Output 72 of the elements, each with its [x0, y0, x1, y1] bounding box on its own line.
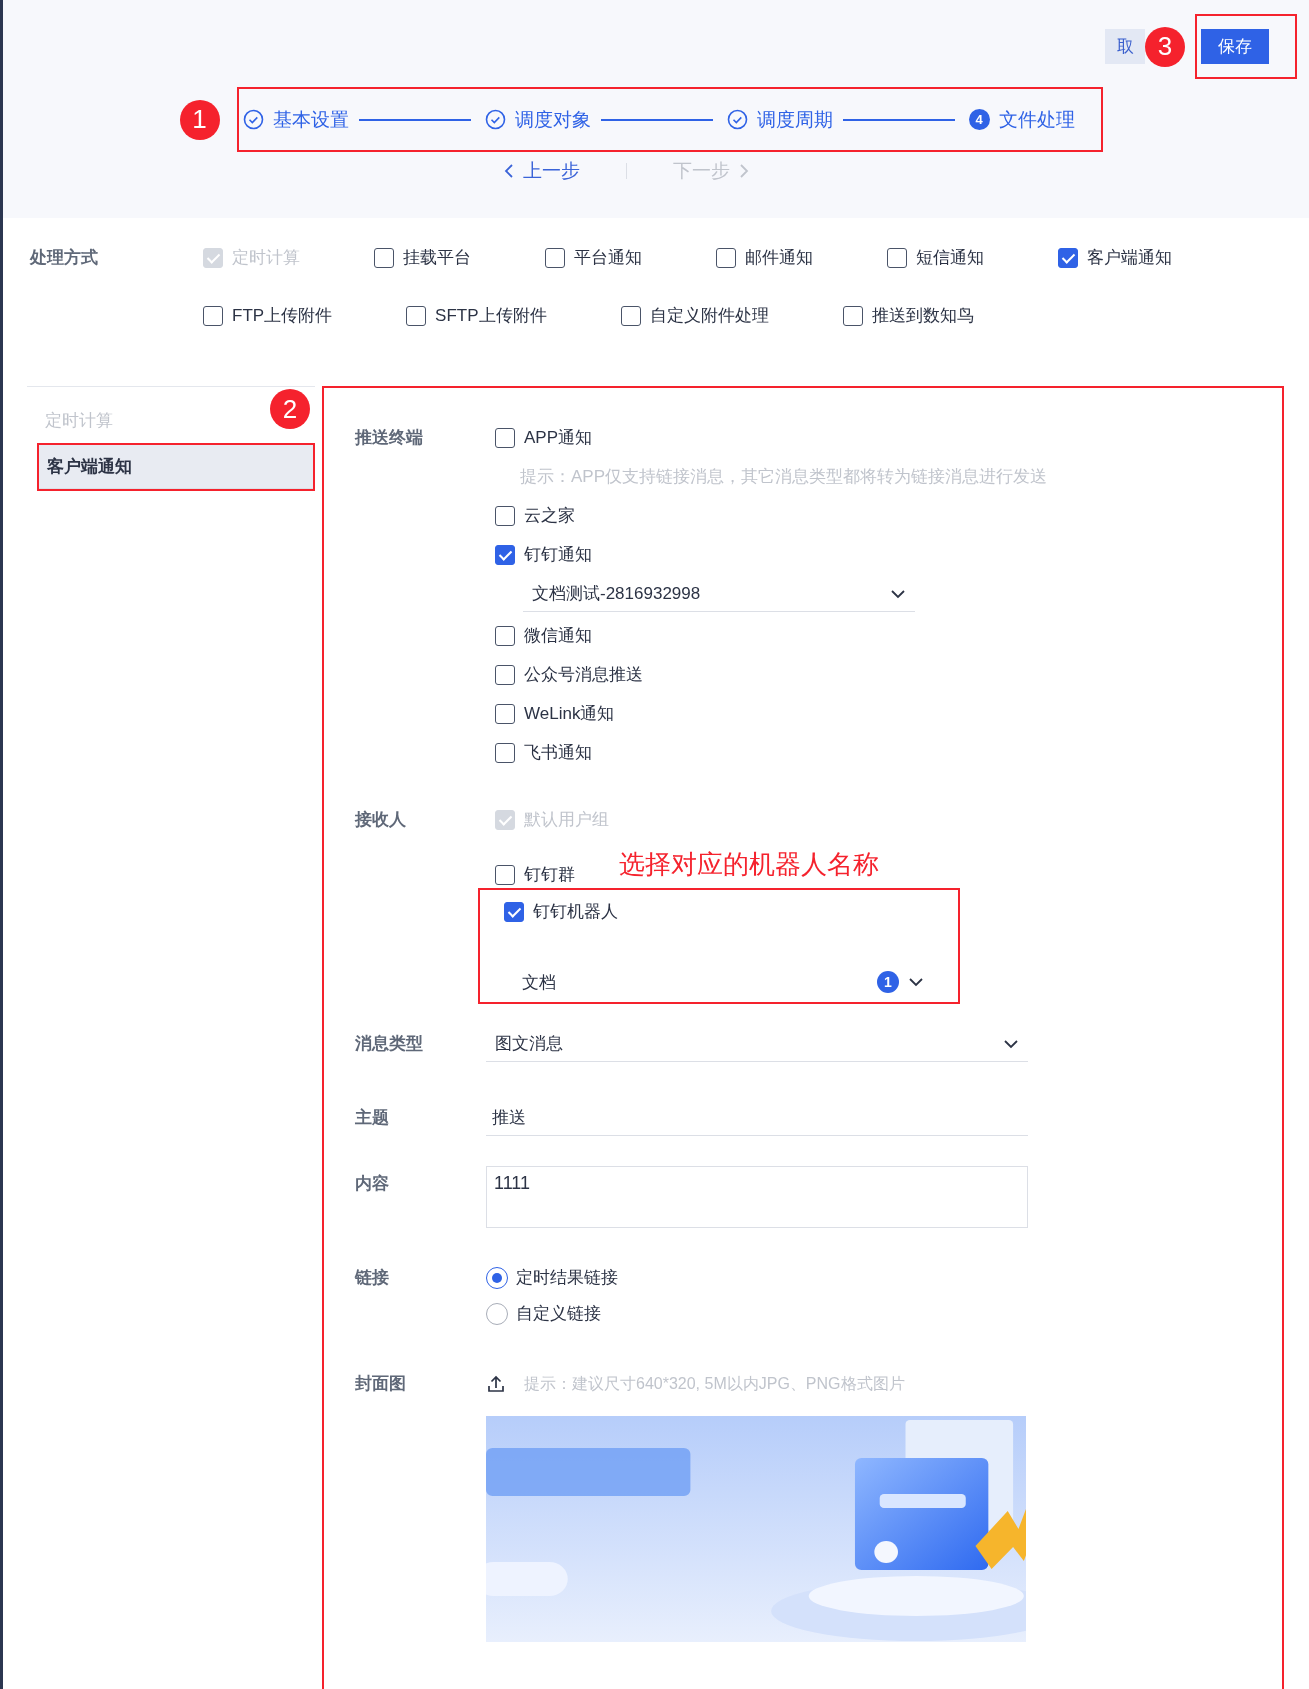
checkbox-label: 定时计算 [232, 247, 300, 269]
checkbox-label: 云之家 [524, 505, 575, 527]
field-label: 封面图 [355, 1373, 407, 1395]
checkbox-label: 自定义附件处理 [649, 305, 769, 327]
checkbox-label: 默认用户组 [524, 809, 609, 831]
checkbox[interactable] [495, 626, 515, 646]
hint-text: 提示：APP仅支持链接消息，其它消息类型都将转为链接消息进行发送 [519, 466, 1048, 488]
checkbox[interactable] [1058, 248, 1078, 268]
callout-badge: 3 [1145, 26, 1185, 67]
checkbox-label: 钉钉通知 [524, 544, 592, 566]
checkbox-label: APP通知 [524, 427, 593, 449]
checkbox[interactable] [620, 306, 641, 326]
checkbox[interactable] [716, 248, 736, 268]
checkbox-label: WeLink通知 [524, 703, 615, 725]
step-label: 文件处理 [998, 107, 1075, 132]
checkbox[interactable] [504, 902, 524, 922]
callout-badge: 1 [179, 99, 220, 140]
checkbox-label: 邮件通知 [745, 247, 813, 269]
select-field[interactable]: 文档测试-2816932998 [523, 576, 915, 612]
text-area[interactable]: 1111 [486, 1166, 1028, 1228]
radio-label: 定时结果链接 [516, 1267, 618, 1289]
checkbox-label: 推送到数知鸟 [871, 305, 974, 327]
checkbox-label: 短信通知 [916, 247, 984, 269]
checkbox-label: 平台通知 [574, 247, 642, 269]
checkbox-label: FTP上传附件 [232, 305, 333, 327]
checkbox-label: 飞书通知 [524, 742, 592, 764]
checkbox[interactable] [495, 704, 515, 724]
callout-badge: 2 [270, 389, 310, 429]
upload-icon [486, 1374, 506, 1394]
checkbox[interactable] [495, 428, 515, 448]
checkbox-label: 客户端通知 [1087, 247, 1172, 269]
checkbox[interactable] [842, 306, 863, 326]
checkbox[interactable] [406, 306, 427, 326]
checkbox[interactable] [495, 865, 515, 885]
field-label: 接收人 [355, 809, 407, 831]
checkbox[interactable] [887, 248, 907, 268]
checkbox[interactable] [495, 665, 515, 685]
step-label: 调度周期 [756, 107, 833, 132]
annotation-text: 选择对应的机器人名称 [619, 847, 879, 881]
checkbox[interactable] [495, 743, 515, 763]
checkbox-label: 钉钉机器人 [533, 901, 618, 923]
previous-step-button[interactable]: 上一步 [502, 158, 580, 184]
hint-text: 提示：建议尺寸640*320, 5M以内JPG、PNG格式图片 [524, 1373, 905, 1394]
field-label: 主题 [355, 1107, 390, 1129]
input-field[interactable]: 推送 [486, 1100, 1028, 1136]
checkbox-label: SFTP上传附件 [435, 305, 547, 327]
sidebar-item[interactable]: 客户端通知 [39, 445, 313, 489]
cancel-button[interactable]: 取 [1105, 29, 1145, 64]
step-label: 调度对象 [514, 107, 591, 132]
checkbox-label: 微信通知 [524, 625, 592, 647]
field-label: 链接 [355, 1267, 390, 1289]
checkbox-label: 钉钉群 [524, 864, 575, 886]
step-label: 基本设置 [272, 107, 349, 132]
checkbox-label: 挂载平台 [403, 247, 471, 269]
field-label: 处理方式 [30, 247, 99, 269]
save-button[interactable]: 保存 [1201, 29, 1269, 64]
field-label: 消息类型 [355, 1033, 424, 1055]
checkbox[interactable] [495, 506, 515, 526]
checkbox[interactable] [374, 248, 394, 268]
select-field[interactable]: 文档 1 [513, 964, 933, 1000]
chevron-right-icon [737, 162, 750, 180]
checkbox[interactable] [545, 248, 565, 268]
radio-label: 自定义链接 [516, 1303, 601, 1325]
checkbox[interactable] [495, 545, 515, 565]
step-number: 4 [968, 109, 990, 130]
checkbox-label: 公众号消息推送 [524, 664, 643, 686]
checkbox[interactable] [203, 306, 223, 326]
field-label: 推送终端 [355, 427, 424, 449]
select-field[interactable]: 图文消息 [486, 1026, 1028, 1062]
chevron-left-icon [502, 162, 515, 180]
count-badge: 1 [877, 971, 899, 993]
field-label: 内容 [355, 1173, 390, 1195]
